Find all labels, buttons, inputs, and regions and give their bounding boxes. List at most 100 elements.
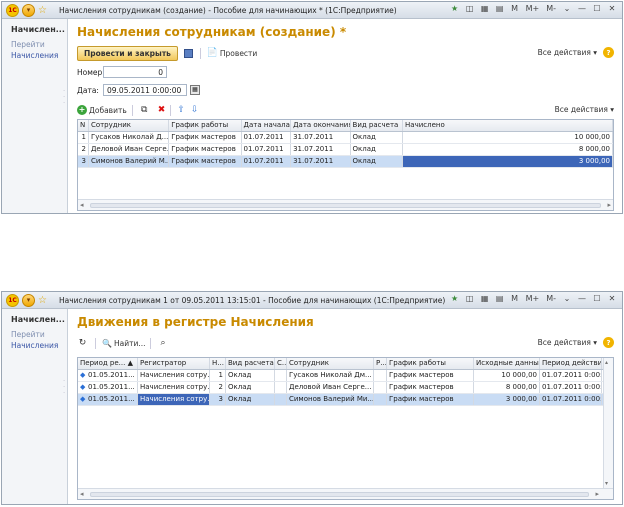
table-row[interactable]: ◆ 01.05.2011... Начисления сотру... 2 Окл… xyxy=(78,382,613,394)
vertical-scrollbar[interactable]: ▴ ▾ xyxy=(603,358,613,488)
cell-employee[interactable]: Симонов Валерий Ми... xyxy=(287,394,374,405)
panel-resize-grip[interactable]: · · · xyxy=(63,89,65,107)
menu-down-icon[interactable]: ▾ xyxy=(22,3,35,17)
cell-calc-type[interactable]: Оклад xyxy=(351,144,404,155)
scroll-down-icon[interactable]: ▾ xyxy=(605,480,608,487)
all-actions-menu[interactable]: Все действия ▾ xyxy=(538,48,597,57)
accruals-table[interactable]: N Сотрудник График работы Дата начала Да… xyxy=(77,119,614,211)
maximize-icon[interactable]: ☐ xyxy=(593,294,601,303)
cell-start-date[interactable]: 01.07.2011 xyxy=(242,156,292,167)
calculator-icon[interactable]: ▦ xyxy=(481,4,489,13)
col-header-line-number[interactable]: Н... xyxy=(210,358,226,369)
cell-source-data[interactable]: 10 000,00 xyxy=(474,370,540,381)
col-header-department[interactable]: Р... xyxy=(374,358,387,369)
col-header-registrar[interactable]: Регистратор xyxy=(138,358,210,369)
table-row[interactable]: ◆ 01.05.2011... Начисления сотру... 1 Окл… xyxy=(78,370,613,382)
cell-department[interactable] xyxy=(374,382,387,393)
minimize-icon[interactable]: — xyxy=(578,294,586,303)
cell-calc-type[interactable]: Оклад xyxy=(351,132,404,143)
number-input[interactable]: 0 xyxy=(103,66,167,78)
help-icon[interactable]: ? xyxy=(603,337,614,348)
goto-link[interactable]: Перейти xyxy=(11,40,67,49)
favorites-icon[interactable]: ★ xyxy=(451,294,459,303)
cell-employee[interactable]: Гусаков Николай Д... xyxy=(89,132,170,143)
cell-source-data[interactable]: 8 000,00 xyxy=(474,382,540,393)
close-icon[interactable]: ✕ xyxy=(608,4,616,13)
cell-calc-type[interactable]: Оклад xyxy=(226,394,275,405)
cell-employee[interactable]: Симонов Валерий М... xyxy=(89,156,170,167)
cell-schedule[interactable]: График мастеров xyxy=(387,370,474,381)
cell-calc-type[interactable]: Оклад xyxy=(351,156,404,167)
cell-period[interactable]: ◆ 01.05.2011... xyxy=(78,382,138,393)
memory-minus-button[interactable]: M- xyxy=(546,4,556,13)
cell-registrar[interactable]: Начисления сотру... xyxy=(138,370,210,381)
cell-schedule[interactable]: График мастеров xyxy=(387,382,474,393)
horizontal-scrollbar[interactable]: ◂ ▸ xyxy=(78,488,613,499)
cell-line-number[interactable]: 3 xyxy=(210,394,226,405)
col-header-source-data[interactable]: Исходные данные xyxy=(474,358,540,369)
move-down-icon[interactable]: ⇩ xyxy=(191,105,199,115)
calendar-icon[interactable]: ▤ xyxy=(496,294,504,303)
scroll-left-icon[interactable]: ◂ xyxy=(80,201,84,209)
cell-action-period[interactable]: 01.07.2011 0:00:0 xyxy=(540,370,602,381)
col-header-schedule[interactable]: График работы xyxy=(387,358,474,369)
cell-end-date[interactable]: 31.07.2011 xyxy=(291,144,351,155)
history-icon[interactable]: ◫ xyxy=(466,294,474,303)
col-header-schedule[interactable]: График работы xyxy=(169,120,242,131)
1c-logo-icon[interactable]: 1С xyxy=(6,3,19,17)
maximize-icon[interactable]: ☐ xyxy=(593,4,601,13)
close-icon[interactable]: ✕ xyxy=(608,294,616,303)
calendar-icon[interactable]: ▤ xyxy=(496,4,504,13)
cell-end-date[interactable]: 31.07.2011 xyxy=(291,156,351,167)
cell-accrued[interactable]: 8 000,00 xyxy=(403,144,613,155)
help-icon[interactable]: ? xyxy=(603,47,614,58)
menu-down-icon[interactable]: ▾ xyxy=(22,293,35,307)
col-header-employee[interactable]: Сотрудник xyxy=(287,358,374,369)
cell-schedule[interactable]: График мастеров xyxy=(169,144,242,155)
memory-minus-button[interactable]: M- xyxy=(546,294,556,303)
all-actions-menu[interactable]: Все действия ▾ xyxy=(538,338,597,347)
memory-plus-button[interactable]: M+ xyxy=(526,4,540,13)
cell-reversal[interactable] xyxy=(275,382,287,393)
panel-resize-grip[interactable]: · · · xyxy=(63,379,65,397)
cell-department[interactable] xyxy=(374,370,387,381)
cell-calc-type[interactable]: Оклад xyxy=(226,382,275,393)
scroll-right-icon[interactable]: ▸ xyxy=(607,201,611,209)
col-header-employee[interactable]: Сотрудник xyxy=(89,120,170,131)
horizontal-scrollbar[interactable]: ◂ ▸ xyxy=(78,199,613,210)
cell-period[interactable]: ◆ 01.05.2011... xyxy=(78,394,138,405)
table-row-selected[interactable]: 3 Симонов Валерий М... График мастеров 0… xyxy=(78,156,613,168)
memory-plus-button[interactable]: M+ xyxy=(526,294,540,303)
col-header-start-date[interactable]: Дата начала xyxy=(242,120,292,131)
accruals-link[interactable]: Начисления xyxy=(11,51,67,60)
cell-employee[interactable]: Гусаков Николай Дм... xyxy=(287,370,374,381)
move-up-icon[interactable]: ⇧ xyxy=(177,105,185,115)
cell-accrued-active[interactable]: 3 000,00 xyxy=(403,156,613,167)
cell-schedule[interactable]: График мастеров xyxy=(169,156,242,167)
scroll-left-icon[interactable]: ◂ xyxy=(80,490,84,498)
scroll-up-icon[interactable]: ▴ xyxy=(605,359,608,366)
table-row[interactable]: 1 Гусаков Николай Д... График мастеров 0… xyxy=(78,132,613,144)
history-icon[interactable]: ◫ xyxy=(466,4,474,13)
col-header-action-period[interactable]: Период действия xyxy=(540,358,602,369)
minimize-icon[interactable]: — xyxy=(578,4,586,13)
table-row[interactable]: 2 Деловой Иван Серге... График мастеров … xyxy=(78,144,613,156)
accruals-link[interactable]: Начисления xyxy=(11,341,67,350)
1c-logo-icon[interactable]: 1С xyxy=(6,293,19,307)
cell-start-date[interactable]: 01.07.2011 xyxy=(242,144,292,155)
cell-schedule[interactable]: График мастеров xyxy=(387,394,474,405)
col-header-accrued[interactable]: Начислено xyxy=(403,120,613,131)
copy-row-button[interactable]: ⧉ xyxy=(139,105,152,116)
cell-line-number[interactable]: 1 xyxy=(210,370,226,381)
goto-link[interactable]: Перейти xyxy=(11,330,67,339)
col-header-calc-type[interactable]: Вид расчета xyxy=(351,120,404,131)
cell-schedule[interactable]: График мастеров xyxy=(169,132,242,143)
find-button[interactable]: 🔍 Найти... xyxy=(102,339,145,348)
post-and-close-button[interactable]: Провести и закрыть xyxy=(77,45,178,61)
post-button[interactable]: 📄 Провести xyxy=(207,48,258,59)
register-records-table[interactable]: Период ре... ▲ Регистратор Н... Вид расч… xyxy=(77,357,614,500)
favorite-star-icon[interactable]: ☆ xyxy=(38,5,47,16)
col-header-period[interactable]: Период ре... ▲ xyxy=(78,358,138,369)
col-header-calc-type[interactable]: Вид расчета xyxy=(226,358,275,369)
date-input[interactable]: 09.05.2011 0:00:00 xyxy=(103,84,187,96)
